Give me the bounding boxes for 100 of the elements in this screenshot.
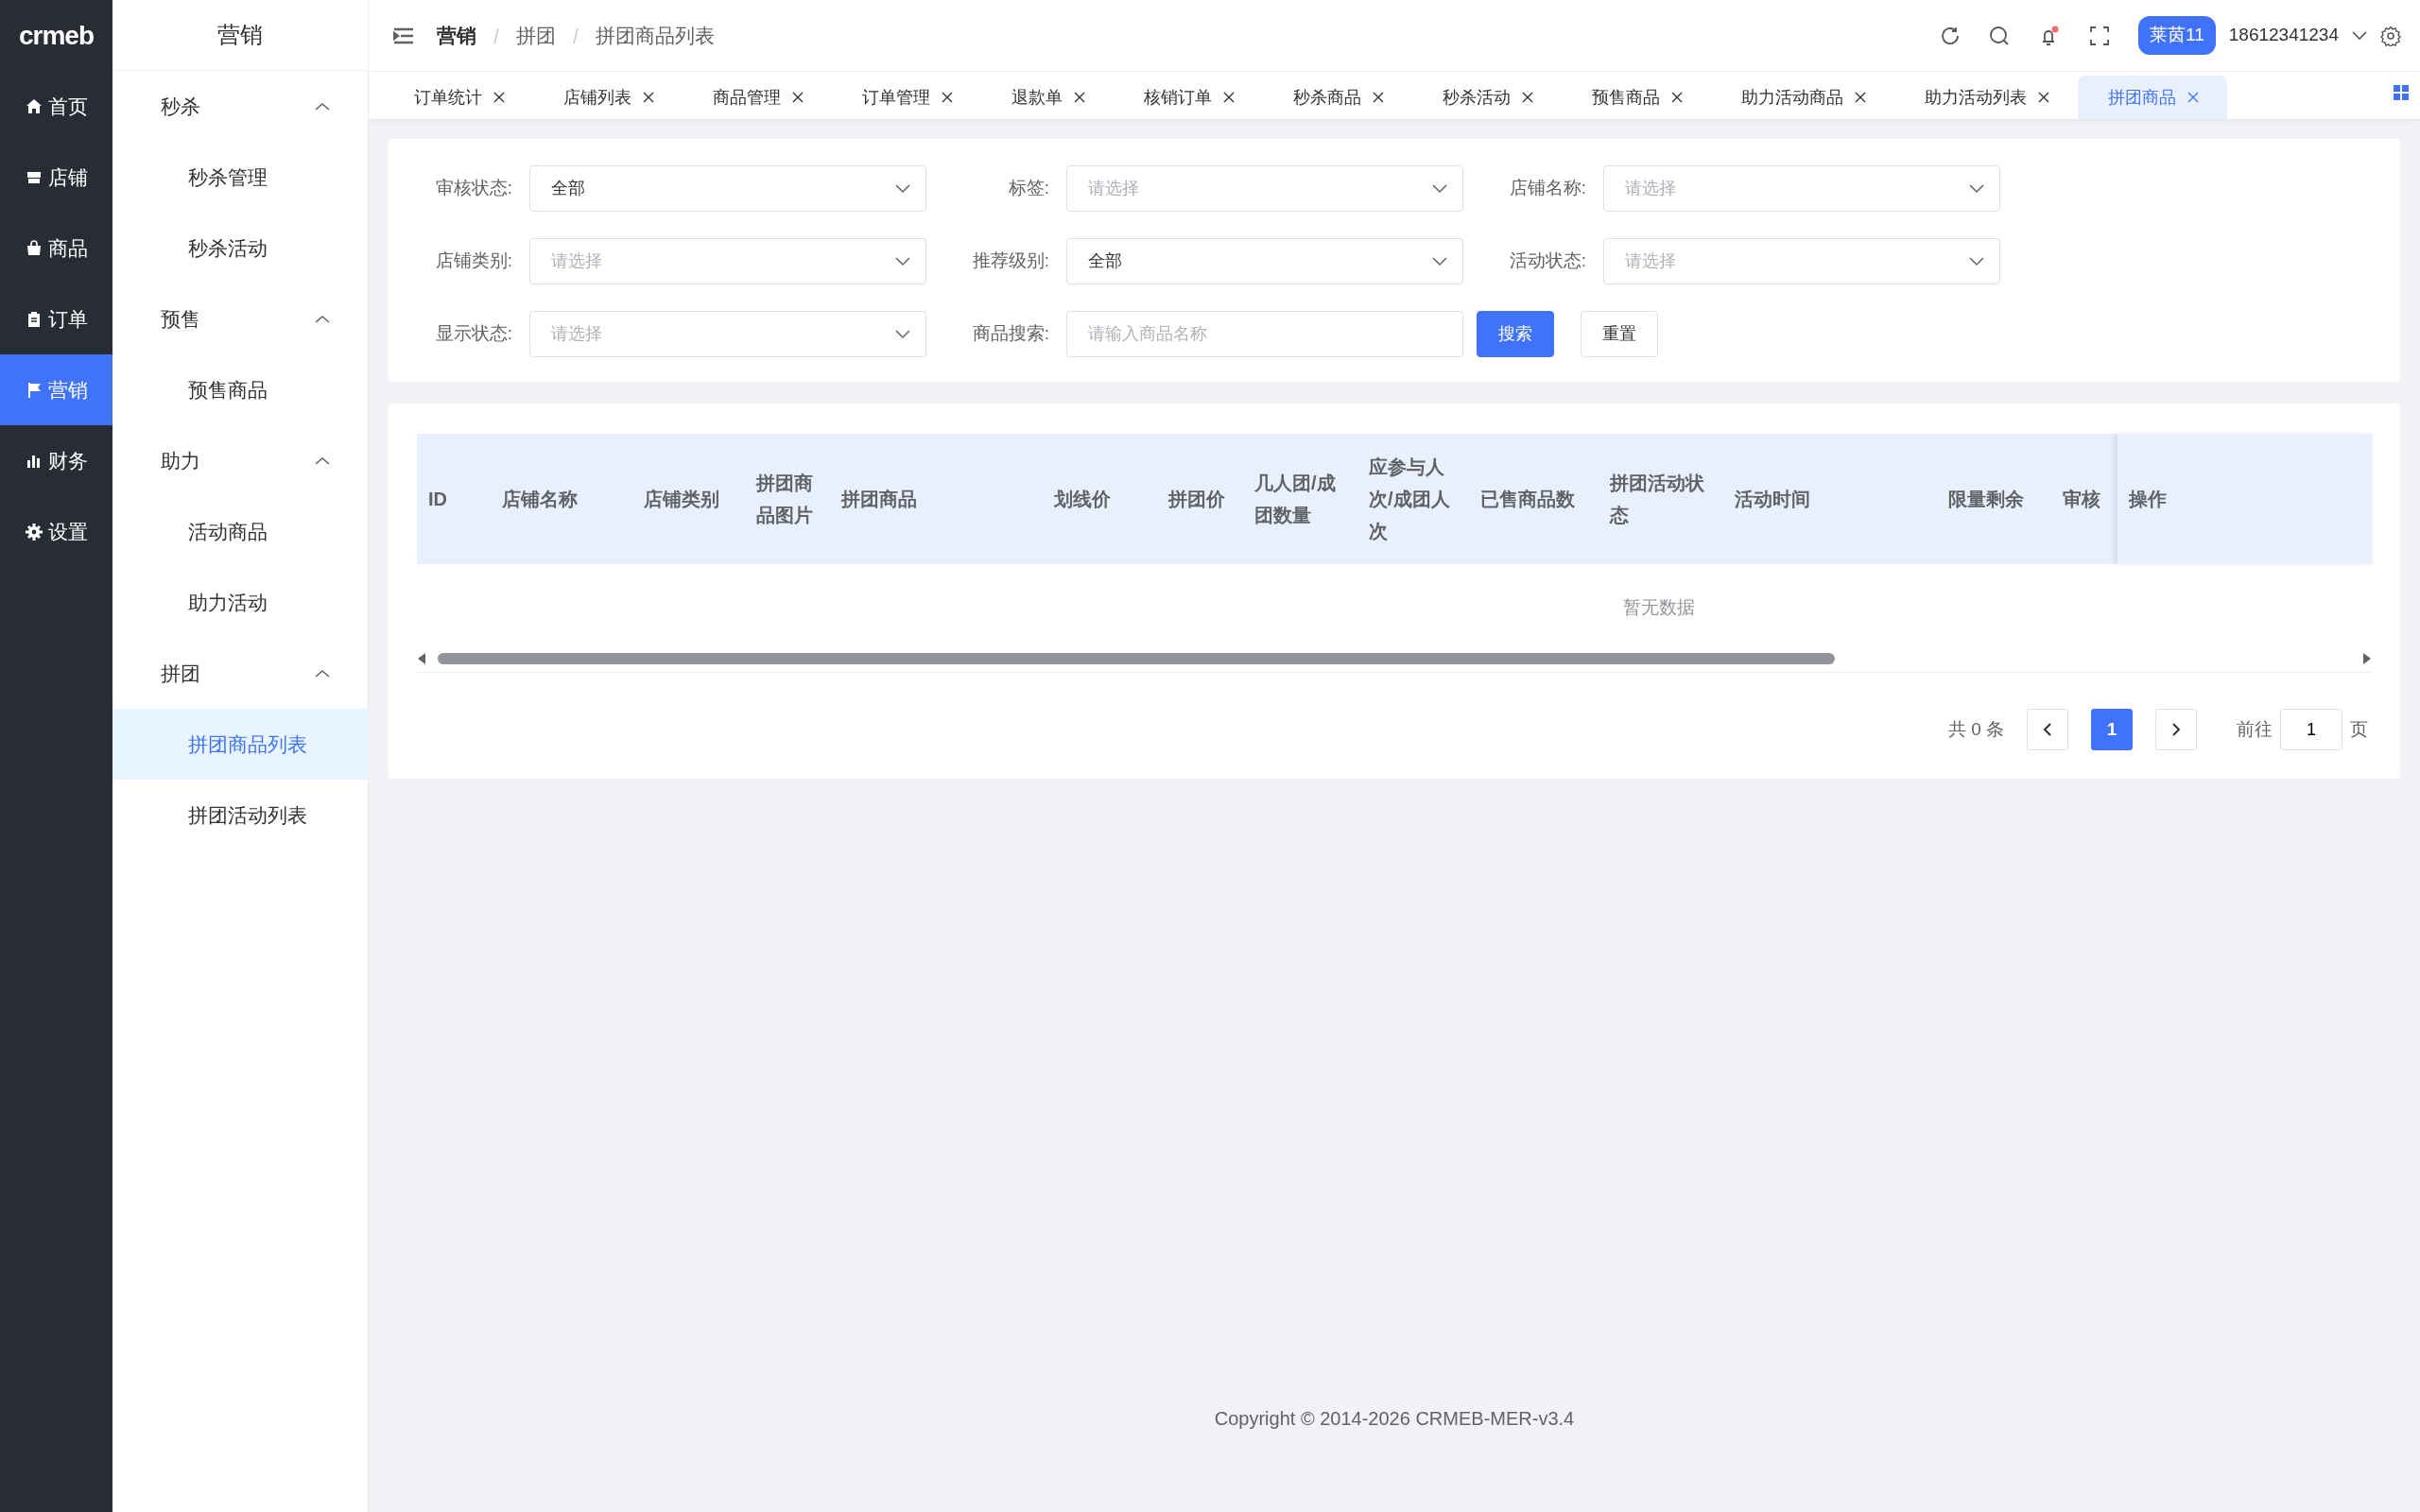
column-header: 已售商品数 <box>1469 434 1599 564</box>
scrollbar-thumb[interactable] <box>438 653 1835 664</box>
column-header: 划线价 <box>1043 434 1157 564</box>
menu-group-label: 拼团 <box>161 661 200 686</box>
column-header: 拼团活动状态 <box>1599 434 1723 564</box>
chevron-down-icon <box>1432 183 1447 194</box>
menu-item[interactable]: 活动商品 <box>112 496 368 567</box>
tab[interactable]: 预售商品 <box>1562 76 1711 119</box>
menu-group-label: 助力 <box>161 448 200 473</box>
menu-group[interactable]: 预售 <box>112 284 368 354</box>
close-icon[interactable] <box>1671 92 1683 103</box>
close-icon[interactable] <box>1522 92 1533 103</box>
menu-item[interactable]: 秒杀管理 <box>112 142 368 213</box>
chevron-up-icon <box>315 455 330 466</box>
tab[interactable]: 店铺列表 <box>533 76 683 119</box>
nav-item[interactable]: 设置 <box>0 496 112 567</box>
tab[interactable]: 订单统计 <box>384 76 533 119</box>
chevron-up-icon <box>315 314 330 324</box>
tab[interactable]: 核销订单 <box>1114 76 1263 119</box>
filter-label: 标签: <box>1007 177 1050 200</box>
account-name[interactable]: 18612341234 <box>2228 22 2339 49</box>
page-input[interactable]: 1 <box>2280 709 2342 750</box>
close-icon[interactable] <box>493 92 505 103</box>
page-suffix: 页 <box>2350 717 2368 741</box>
empty-message: 暂无数据 <box>417 564 2373 651</box>
breadcrumb-item[interactable]: 拼团商品列表 <box>596 20 715 51</box>
menu-icon[interactable] <box>393 26 414 44</box>
column-header: ID <box>417 434 491 564</box>
tab[interactable]: 退款单 <box>981 76 1114 119</box>
nav-item[interactable]: 营销 <box>0 354 112 425</box>
menu-group[interactable]: 助力 <box>112 425 368 496</box>
chevron-down-icon <box>1432 256 1447 266</box>
search-field[interactable]: 请输入商品名称 <box>1066 311 1463 357</box>
store-badge: 莱茵11 <box>2138 16 2216 55</box>
breadcrumb-item: 营销 <box>437 23 476 48</box>
chevron-down-icon <box>895 329 910 339</box>
total-count: 共 0 条 <box>1947 717 2004 741</box>
menu-item[interactable]: 拼团活动列表 <box>112 780 368 850</box>
tab[interactable]: 助力活动列表 <box>1894 76 2078 119</box>
settings-icon[interactable] <box>2380 25 2401 46</box>
tab[interactable]: 秒杀活动 <box>1412 76 1562 119</box>
close-icon[interactable] <box>2038 92 2049 103</box>
tab[interactable]: 秒杀商品 <box>1263 76 1412 119</box>
nav-item[interactable]: 店铺 <box>0 142 112 213</box>
reset-button[interactable]: 重置 <box>1581 311 1658 357</box>
menu-item[interactable]: 拼团商品列表 <box>112 709 368 780</box>
close-icon[interactable] <box>1074 92 1085 103</box>
menu-item[interactable]: 秒杀活动 <box>112 213 368 284</box>
search-button[interactable]: 搜索 <box>1477 311 1554 357</box>
close-icon[interactable] <box>942 92 953 103</box>
fullscreen-icon[interactable] <box>2089 25 2110 46</box>
select-field[interactable]: 全部 <box>1066 238 1463 284</box>
tab[interactable]: 商品管理 <box>683 76 832 119</box>
close-icon[interactable] <box>1373 92 1384 103</box>
filter-label: 活动状态: <box>1508 249 1587 273</box>
search-icon[interactable] <box>1989 25 2010 46</box>
tab[interactable]: 订单管理 <box>832 76 981 119</box>
close-icon[interactable] <box>1855 92 1866 103</box>
column-header: 操作 <box>2118 434 2373 564</box>
logo: crmeb <box>17 19 95 52</box>
page-button[interactable]: 1 <box>2091 709 2133 750</box>
gear-icon <box>25 523 43 541</box>
refresh-icon[interactable] <box>1940 25 1961 46</box>
filter-label: 审核状态: <box>434 177 513 200</box>
menu-group[interactable]: 秒杀 <box>112 71 368 142</box>
chevron-down-icon <box>895 256 910 266</box>
chevron-down-icon[interactable] <box>2352 30 2367 41</box>
tab[interactable]: 助力活动商品 <box>1711 76 1894 119</box>
filter-label: 店铺类别: <box>434 249 513 273</box>
close-icon[interactable] <box>643 92 654 103</box>
nav-item[interactable]: 商品 <box>0 213 112 284</box>
chevron-up-icon <box>315 668 330 679</box>
nav-item[interactable]: 首页 <box>0 71 112 142</box>
chevron-up-icon <box>315 101 330 112</box>
chevron-down-icon <box>1969 256 1984 266</box>
nav-item[interactable]: 财务 <box>0 425 112 496</box>
menu-item[interactable]: 预售商品 <box>112 354 368 425</box>
scroll-right-icon[interactable] <box>2362 653 2372 664</box>
column-header: 审核 <box>2051 434 2118 564</box>
chevron-left-icon <box>2042 722 2053 737</box>
scroll-left-icon[interactable] <box>417 653 426 664</box>
select-field[interactable]: 全部 <box>529 165 926 212</box>
section-title: 营销 <box>112 0 368 71</box>
chevron-right-icon <box>2170 722 2182 737</box>
close-icon[interactable] <box>1223 92 1235 103</box>
close-icon[interactable] <box>792 92 804 103</box>
tab[interactable]: 拼团商品 <box>2078 76 2227 119</box>
home-icon <box>25 97 43 115</box>
filter-label: 店铺名称: <box>1508 177 1587 200</box>
breadcrumb-separator <box>492 26 501 44</box>
column-header: 限量剩余 <box>1937 434 2051 564</box>
breadcrumb-item[interactable]: 拼团 <box>516 20 556 51</box>
menu-item[interactable]: 助力活动 <box>112 567 368 638</box>
menu-group[interactable]: 拼团 <box>112 638 368 709</box>
column-header: 拼团商品图片 <box>745 434 830 564</box>
goto-label: 前往 <box>2237 717 2273 741</box>
column-header: 店铺类别 <box>632 434 745 564</box>
nav-item[interactable]: 订单 <box>0 284 112 354</box>
grid-icon[interactable] <box>2394 85 2409 100</box>
chevron-down-icon <box>1969 183 1984 194</box>
